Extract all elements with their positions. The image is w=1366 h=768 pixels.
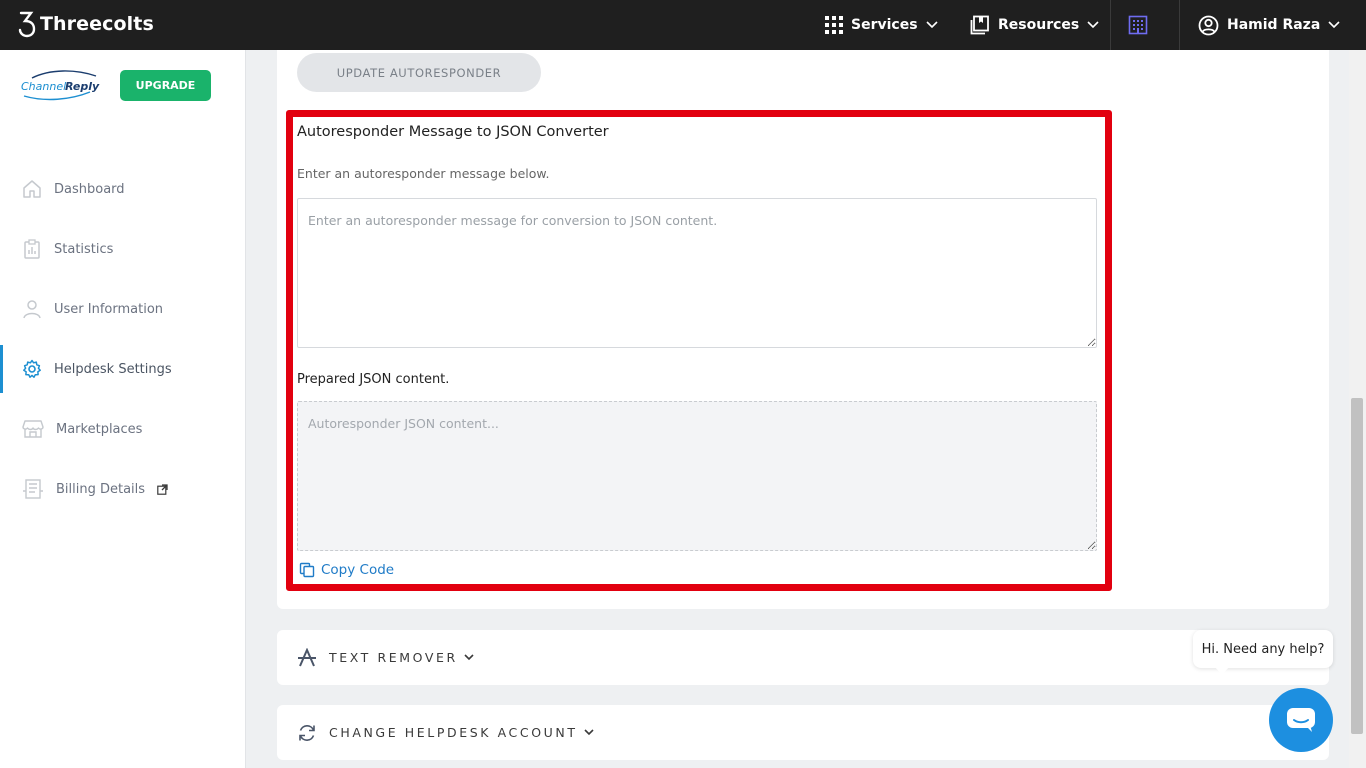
- threecolts-logo[interactable]: Threecolts: [18, 10, 154, 38]
- building-icon: [1128, 15, 1148, 35]
- upgrade-button[interactable]: UPGRADE: [120, 70, 211, 101]
- refresh-icon: [299, 724, 315, 741]
- sidebar-item-statistics[interactable]: Statistics: [0, 225, 246, 273]
- user-icon: [23, 300, 41, 319]
- external-link-icon: [157, 483, 168, 495]
- user-menu[interactable]: Hamid Raza: [1198, 0, 1340, 50]
- strikethrough-a-icon: [298, 647, 316, 666]
- text-remover-panel[interactable]: TEXT REMOVER: [277, 630, 1329, 685]
- nav-divider: [1179, 0, 1180, 50]
- sidebar-item-dashboard[interactable]: Dashboard: [0, 165, 246, 213]
- copy-code-button[interactable]: Copy Code: [299, 562, 394, 578]
- autoresponder-message-input[interactable]: [297, 198, 1097, 348]
- resources-menu[interactable]: Resources: [970, 0, 1099, 50]
- sidebar: Channel Reply UPGRADE Dashboard Statisti…: [0, 50, 246, 768]
- services-label: Services: [851, 17, 918, 33]
- user-circle-icon: [1198, 15, 1219, 35]
- chevron-down-icon: [1328, 21, 1340, 29]
- chat-launcher-button[interactable]: [1269, 688, 1333, 752]
- converter-title: Autoresponder Message to JSON Converter: [297, 124, 609, 140]
- scrollbar-thumb[interactable]: [1351, 398, 1363, 734]
- chevron-down-icon: [464, 654, 474, 661]
- sidebar-item-label: Helpdesk Settings: [54, 361, 172, 377]
- copy-icon: [299, 562, 315, 578]
- home-icon: [23, 180, 41, 198]
- clipboard-chart-icon: [24, 239, 40, 259]
- svg-text:Channel: Channel: [21, 80, 66, 93]
- organization-button[interactable]: [1128, 0, 1148, 50]
- help-prompt-bubble[interactable]: Hi. Need any help?: [1193, 630, 1333, 675]
- services-menu[interactable]: Services: [825, 0, 938, 50]
- json-content-label: Prepared JSON content.: [297, 372, 450, 387]
- help-prompt-text: Hi. Need any help?: [1201, 641, 1325, 657]
- copy-code-label: Copy Code: [321, 562, 395, 578]
- top-navigation-bar: Threecolts Services Resources Hamid Raza: [0, 0, 1366, 50]
- sidebar-item-billing-details[interactable]: Billing Details: [0, 465, 246, 513]
- change-helpdesk-account-panel[interactable]: CHANGE HELPDESK ACCOUNT: [277, 705, 1329, 760]
- chat-bubble-icon: [1287, 708, 1315, 732]
- panel-title: CHANGE HELPDESK ACCOUNT: [329, 725, 578, 740]
- sidebar-item-label: User Information: [54, 301, 164, 317]
- svg-text:Reply: Reply: [65, 80, 100, 93]
- user-name: Hamid Raza: [1227, 17, 1321, 33]
- update-autoresponder-button[interactable]: UPDATE AUTORESPONDER: [297, 53, 541, 92]
- sidebar-item-marketplaces[interactable]: Marketplaces: [0, 405, 246, 453]
- sidebar-item-label: Statistics: [54, 241, 114, 257]
- grid-icon: [825, 16, 843, 34]
- resources-label: Resources: [998, 17, 1080, 33]
- book-icon: [970, 15, 989, 35]
- receipt-icon: [23, 479, 43, 499]
- json-content-output[interactable]: [297, 401, 1097, 551]
- sidebar-item-label: Billing Details: [56, 481, 146, 497]
- chevron-down-icon: [1087, 21, 1099, 29]
- converter-instructions: Enter an autoresponder message below.: [297, 166, 550, 181]
- nav-divider: [1110, 0, 1111, 50]
- channelreply-logo-image: Channel Reply: [21, 70, 100, 101]
- sidebar-item-user-information[interactable]: User Information: [0, 285, 246, 333]
- sidebar-item-label: Dashboard: [54, 181, 125, 197]
- chevron-down-icon: [584, 729, 594, 736]
- channelreply-logo[interactable]: Channel Reply: [20, 70, 100, 108]
- brand-name: Threecolts: [40, 13, 154, 35]
- gear-icon: [23, 359, 41, 378]
- sidebar-item-label: Marketplaces: [56, 421, 143, 437]
- sidebar-item-helpdesk-settings[interactable]: Helpdesk Settings: [0, 345, 246, 393]
- panel-title: TEXT REMOVER: [329, 650, 458, 665]
- chevron-down-icon: [925, 21, 938, 29]
- store-icon: [22, 420, 44, 438]
- threecolts-mark-icon: [18, 11, 36, 38]
